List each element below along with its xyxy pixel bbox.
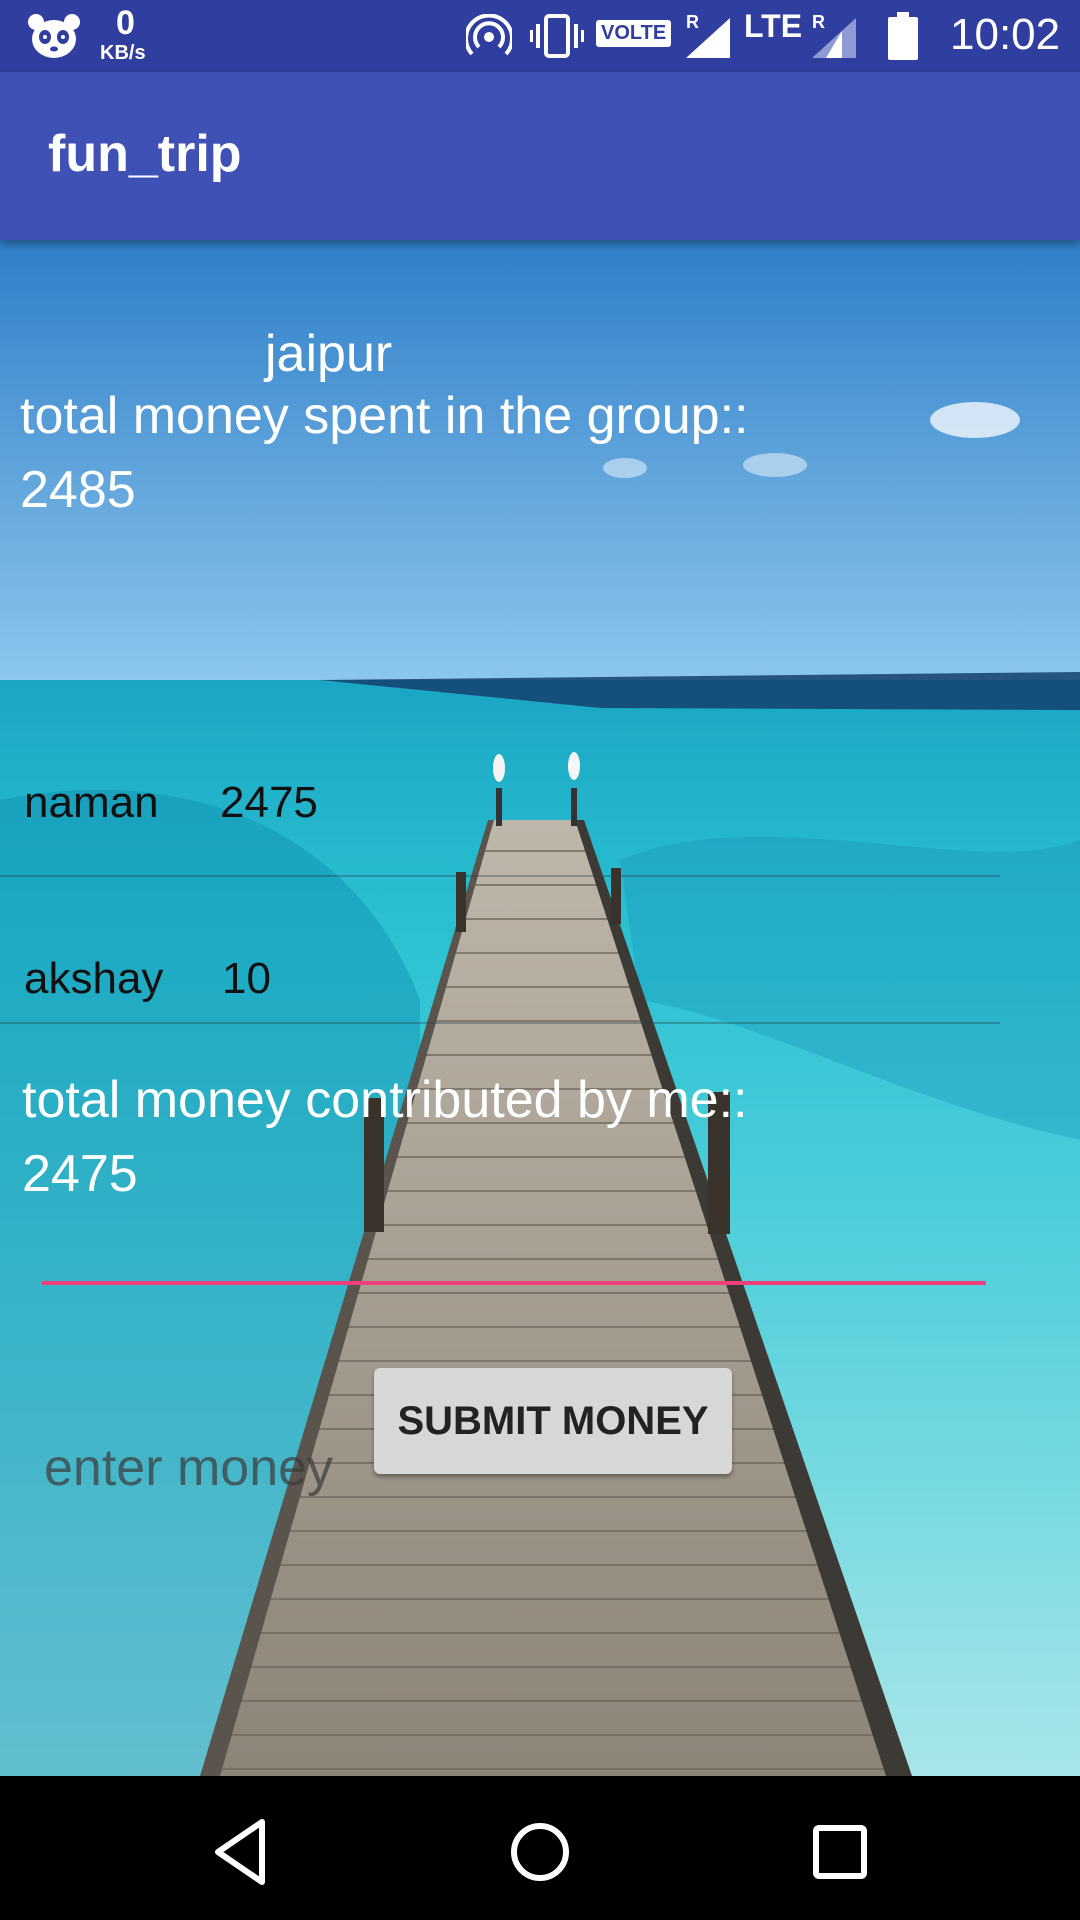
total-spent-value: 2485 (20, 461, 136, 519)
trip-name: jaipur (265, 325, 393, 383)
app-bar: fun_trip (0, 72, 1080, 240)
vibrate-icon (530, 14, 584, 58)
home-icon[interactable] (500, 1812, 580, 1892)
submit-money-button[interactable]: SUBMIT MONEY (374, 1368, 732, 1474)
battery-icon (888, 12, 918, 60)
speed-unit: KB/s (100, 42, 146, 64)
navigation-bar (0, 1776, 1080, 1920)
speed-value: 0 (116, 4, 135, 42)
row-divider (0, 1022, 1000, 1024)
contributed-value: 2475 (22, 1145, 138, 1203)
signal-icon (812, 18, 856, 58)
trip-content: jaipur total money spent in the group:: … (0, 240, 1080, 1776)
volte-badge: VOLTE (596, 20, 672, 47)
back-icon[interactable] (200, 1812, 280, 1892)
panda-icon (28, 14, 80, 58)
row-divider (0, 875, 1000, 877)
member-name: akshay (24, 954, 164, 1003)
member-name: naman (24, 778, 159, 827)
hotspot-icon (466, 14, 512, 56)
total-spent-label: total money spent in the group:: (20, 387, 749, 445)
clock: 10:02 (950, 10, 1061, 59)
app-title: fun_trip (48, 125, 242, 183)
member-amount: 10 (222, 954, 271, 1003)
contributed-label: total money contributed by me:: (22, 1071, 748, 1129)
beach-pier-background (0, 240, 1080, 1776)
signal-icon (686, 18, 730, 58)
money-input-underline (42, 1281, 986, 1285)
recents-icon[interactable] (800, 1812, 880, 1892)
status-bar: 0 KB/s VOLTE R LTE R 10:02 (0, 0, 1080, 72)
lte-label: LTE (744, 8, 803, 44)
member-amount: 2475 (220, 778, 318, 827)
